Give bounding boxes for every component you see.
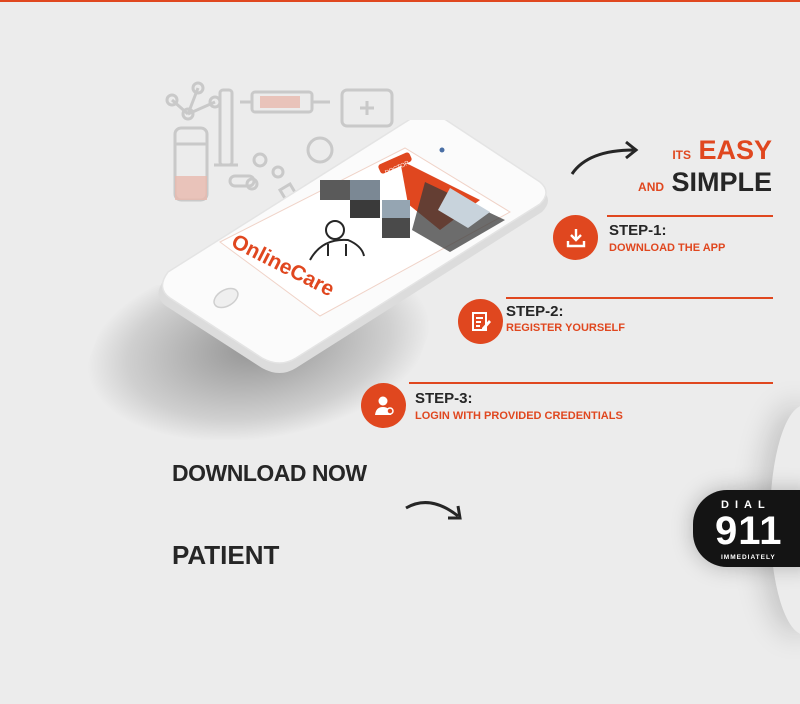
doctor-user-icon [374, 396, 394, 415]
dial-number: 911 [715, 509, 783, 553]
step-3-title: STEP-3: [415, 390, 473, 407]
curved-arrow-down-icon [405, 501, 462, 520]
step-1-subtitle: DOWNLOAD THE APP [609, 242, 726, 254]
step-divider [607, 215, 773, 217]
edit-form-icon [471, 311, 491, 331]
patient-heading[interactable]: PATIENT [172, 540, 279, 571]
step-2-subtitle: REGISTER YOURSELF [506, 322, 625, 334]
and-word: AND [638, 180, 665, 194]
easy-word: EASY [698, 135, 772, 165]
step-1-button[interactable] [553, 215, 598, 260]
step-2-title: STEP-2: [506, 303, 564, 320]
step-3-button[interactable] [361, 383, 406, 428]
step-divider [506, 297, 773, 299]
step-1-title: STEP-1: [609, 222, 667, 239]
download-icon [566, 228, 585, 247]
easy-simple-heading: ITS EASY AND SIMPLE [638, 134, 772, 198]
download-now-heading[interactable]: DOWNLOAD NOW [172, 460, 367, 487]
dial-subtext: IMMEDIATELY [721, 554, 776, 561]
curved-arrow-icon [570, 140, 639, 175]
step-divider [409, 382, 773, 384]
step-1: STEP-1: DOWNLOAD THE APP [553, 215, 773, 265]
its-word: ITS [672, 148, 692, 162]
step-3-subtitle: LOGIN WITH PROVIDED CREDENTIALS [415, 410, 623, 422]
step-2-button[interactable] [458, 299, 503, 344]
simple-word: SIMPLE [671, 167, 772, 197]
top-accent-line [0, 0, 800, 2]
step-2: STEP-2: REGISTER YOURSELF [458, 297, 773, 347]
dial-911-badge[interactable]: DIAL 911 IMMEDIATELY [693, 490, 800, 567]
step-3: STEP-3: LOGIN WITH PROVIDED CREDENTIALS [361, 382, 773, 432]
